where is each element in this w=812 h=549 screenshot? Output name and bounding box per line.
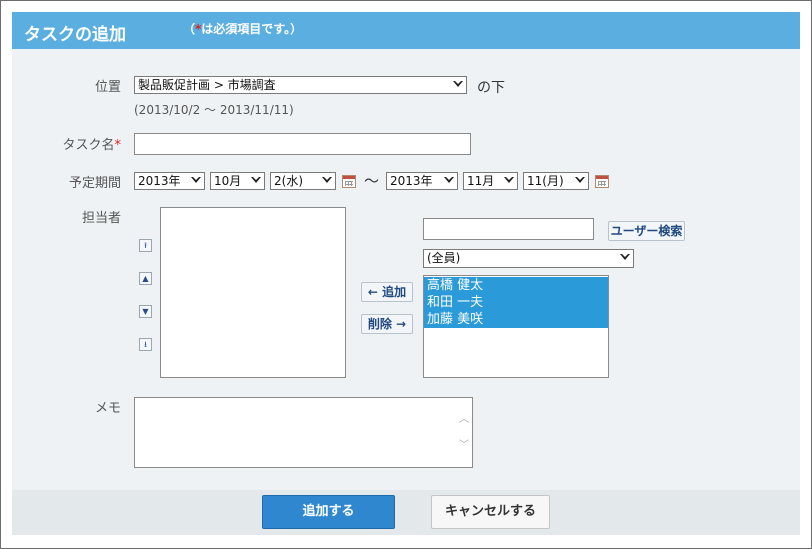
start-day-select[interactable]: 2(水) [270, 172, 336, 190]
candidate-list[interactable]: 高橋 健太 和田 一夫 加藤 美咲 [423, 275, 609, 378]
group-select[interactable]: (全員) [423, 249, 634, 268]
form-footer [12, 490, 800, 535]
dialog-header: タスクの追加 （*は必須項目です。） [12, 12, 800, 49]
user-search-input[interactable] [423, 218, 594, 240]
end-day-value: 11(月) [527, 174, 564, 188]
end-month-select[interactable]: 11月 [463, 172, 518, 190]
move-top-button[interactable]: ⭱ [139, 239, 152, 252]
position-label: 位置 [94, 80, 121, 95]
chevron-down-icon [322, 177, 332, 183]
end-day-select[interactable]: 11(月) [523, 172, 589, 190]
chevron-down-icon [191, 177, 201, 183]
list-item[interactable]: 和田 一夫 [424, 294, 608, 311]
chevron-down-icon [453, 81, 463, 87]
required-star: * [114, 138, 122, 153]
period-separator: ～ [364, 172, 380, 190]
memo-textarea[interactable]: ︿ ﹀ [134, 397, 473, 468]
chevron-down-icon [504, 177, 514, 183]
calendar-icon[interactable] [595, 175, 609, 188]
start-year-value: 2013年 [138, 174, 181, 188]
end-year-select[interactable]: 2013年 [386, 172, 458, 190]
group-select-value: (全員) [427, 251, 461, 265]
cancel-button[interactable]: キャンセルする [431, 495, 550, 529]
move-up-button[interactable]: ▲ [139, 272, 152, 285]
start-month-select[interactable]: 10月 [210, 172, 265, 190]
move-bottom-button[interactable]: ⭳ [139, 338, 152, 351]
selected-assignees-list[interactable] [160, 207, 346, 378]
chevron-down-icon [620, 254, 630, 260]
required-note: （*は必須項目です。） [183, 22, 303, 36]
calendar-icon[interactable] [342, 175, 356, 188]
chevron-down-icon [251, 177, 261, 183]
end-month-value: 11月 [467, 174, 495, 188]
scroll-down-icon[interactable]: ﹀ [459, 441, 469, 451]
list-item[interactable]: 加藤 美咲 [424, 311, 608, 328]
remove-assignee-button[interactable]: 削除 → [361, 314, 413, 334]
submit-button[interactable]: 追加する [262, 495, 395, 529]
start-month-value: 10月 [214, 174, 242, 188]
task-name-label: タスク名* [62, 138, 122, 153]
period-label: 予定期間 [68, 176, 121, 191]
chevron-down-icon [444, 177, 454, 183]
chevron-down-icon [575, 177, 585, 183]
memo-label: メモ [94, 401, 121, 416]
scroll-up-icon[interactable]: ︿ [459, 415, 469, 425]
add-assignee-button[interactable]: ← 追加 [361, 282, 413, 302]
assignee-label: 担当者 [81, 211, 121, 226]
position-select-value: 製品販促計画 > 市場調査 [138, 78, 276, 92]
page-title: タスクの追加 [24, 25, 126, 45]
position-select[interactable]: 製品販促計画 > 市場調査 [134, 76, 467, 94]
start-day-value: 2(水) [274, 174, 303, 188]
position-range: (2013/10/2 ～ 2013/11/11) [134, 103, 294, 117]
start-year-select[interactable]: 2013年 [134, 172, 205, 190]
task-name-input[interactable] [134, 133, 471, 155]
end-year-value: 2013年 [390, 174, 433, 188]
user-search-button[interactable]: ユーザー検索 [608, 221, 685, 241]
list-item[interactable]: 高橋 健太 [424, 277, 608, 294]
move-down-button[interactable]: ▼ [139, 305, 152, 318]
position-suffix: の下 [477, 80, 505, 96]
